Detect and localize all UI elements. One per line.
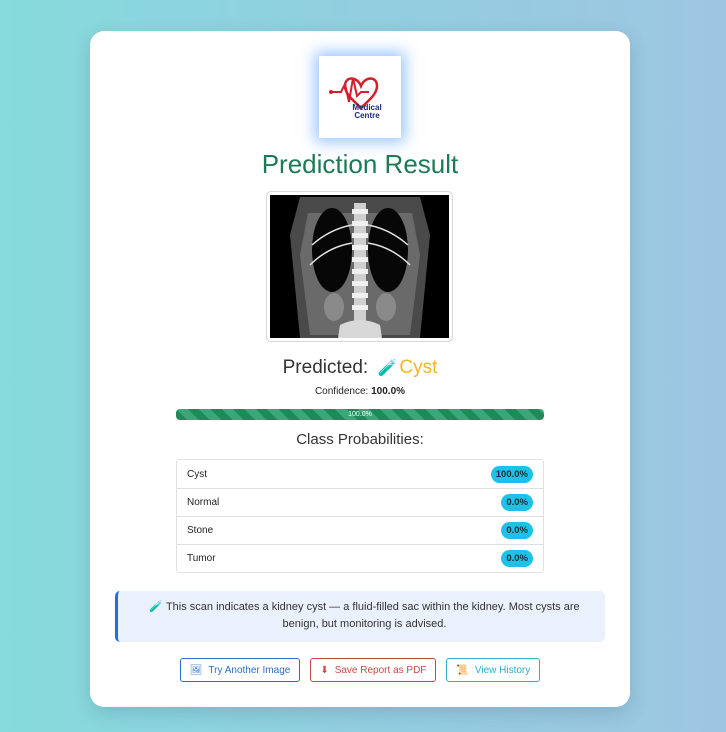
logo-line2: Centre: [354, 111, 380, 120]
table-row: Stone 0.0%: [177, 516, 543, 544]
predicted-line: Predicted: 🧪 Cyst: [90, 357, 630, 379]
test-tube-icon: 🧪: [149, 601, 164, 613]
try-another-image-button[interactable]: 🖼 Try Another Image: [179, 658, 301, 682]
class-name: Tumor: [187, 553, 216, 564]
table-row: Cyst 100.0%: [177, 460, 543, 488]
class-name: Stone: [187, 525, 214, 536]
class-name: Normal: [187, 497, 220, 508]
test-tube-icon: 🧪: [377, 360, 398, 377]
probability-badge: 0.0%: [501, 550, 533, 567]
try-another-label: Try Another Image: [208, 664, 291, 676]
probabilities-table: Cyst 100.0% Normal 0.0% Stone 0.0% Tumor…: [176, 459, 544, 573]
probability-badge: 0.0%: [501, 494, 533, 511]
save-report-pdf-button[interactable]: ⬇ Save Report as PDF: [310, 658, 437, 682]
confidence-line: Confidence: 100.0%: [90, 386, 630, 397]
action-buttons: 🖼 Try Another Image ⬇ Save Report as PDF…: [90, 658, 630, 682]
download-icon: ⬇: [320, 664, 329, 676]
progress-fill: 100.0%: [176, 409, 544, 420]
confidence-value: 100.0%: [371, 386, 406, 397]
class-name: Cyst: [187, 468, 207, 480]
page-title: Prediction Result: [261, 149, 459, 179]
result-card: Medical Centre Prediction Result Predict…: [90, 31, 630, 707]
confidence-label: Confidence:: [314, 386, 369, 397]
ct-scan-image: [266, 191, 453, 342]
medical-centre-logo: Medical Centre: [319, 56, 401, 138]
probabilities-title: Class Probabilities:: [296, 431, 424, 448]
image-icon: 🖼: [189, 664, 203, 676]
table-row: Tumor 0.0%: [177, 544, 543, 572]
view-history-label: View History: [474, 664, 531, 676]
predicted-class: Cyst: [399, 357, 438, 378]
confidence-progress-bar: 100.0%: [176, 409, 544, 420]
probability-badge: 0.0%: [501, 522, 533, 539]
scroll-icon: 📜: [456, 664, 469, 676]
info-alert: 🧪 This scan indicates a kidney cyst — a …: [115, 591, 605, 642]
table-row: Normal 0.0%: [177, 488, 543, 516]
probability-badge: 100.0%: [490, 465, 533, 483]
view-history-button[interactable]: 📜 View History: [446, 658, 541, 682]
predicted-label: Predicted:: [282, 357, 369, 378]
save-pdf-label: Save Report as PDF: [334, 664, 427, 676]
info-text: This scan indicates a kidney cyst — a fl…: [165, 601, 580, 630]
